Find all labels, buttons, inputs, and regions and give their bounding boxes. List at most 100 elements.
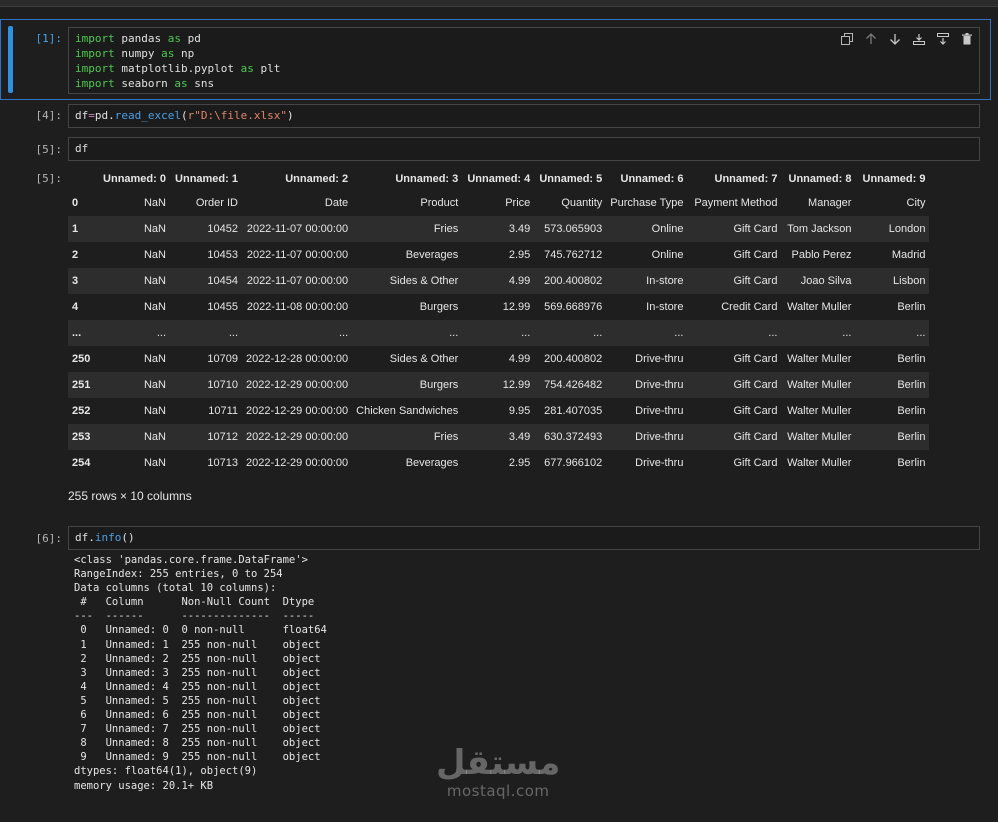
table-row: 254 NaN 10713 2022-12-29 00:00:00 Beverages 2…: [68, 450, 929, 476]
column-header: Unnamed: 3: [395, 173, 459, 185]
table-cell: Berlin: [897, 405, 926, 417]
table-cell: Berlin: [897, 301, 926, 313]
table-cell: Berlin: [897, 431, 926, 443]
table-cell: ...: [593, 327, 603, 339]
cell-prompt: [4]:: [35, 109, 63, 122]
table-cell: 2022-11-08 00:00:00: [246, 301, 349, 313]
table-cell: Walter Muller: [787, 379, 852, 391]
column-header: Unnamed: 2: [285, 173, 349, 185]
table-cell: 2022-11-07 00:00:00: [246, 249, 349, 261]
code-cell-read-excel[interactable]: df=pd.read_excel(r"D:\file.xlsx"): [68, 104, 980, 128]
table-cell: City: [906, 197, 926, 209]
table-cell: 200.400802: [544, 353, 603, 365]
table-cell: ...: [674, 327, 684, 339]
table-cell: 10452: [207, 223, 238, 235]
cell-toolbar: [838, 30, 976, 48]
table-cell: Drive-thru: [635, 431, 684, 443]
table-row: 250 NaN 10709 2022-12-28 00:00:00 Sides & Ot…: [68, 346, 929, 372]
table-cell: Quantity: [561, 197, 603, 209]
table-cell: Gift Card: [733, 353, 778, 365]
table-cell: NaN: [143, 197, 166, 209]
copy-icon[interactable]: [838, 30, 856, 48]
table-cell: Fries: [433, 223, 459, 235]
table-cell: 2.95: [508, 249, 531, 261]
table-cell: ...: [842, 327, 852, 339]
watermark-logo: مستقل mostaql.com: [436, 744, 560, 800]
table-cell: 754.426482: [544, 379, 603, 391]
table-cell: 200.400802: [544, 275, 603, 287]
code-cell-df[interactable]: df: [68, 137, 980, 161]
table-cell: Online: [651, 249, 684, 261]
table-cell: 2022-12-29 00:00:00: [246, 431, 349, 443]
table-cell: Sides & Other: [389, 275, 459, 287]
table-cell: 4.99: [508, 353, 531, 365]
table-cell: Payment Method: [694, 197, 778, 209]
table-cell: ...: [449, 327, 459, 339]
table-cell: 2.95: [508, 457, 531, 469]
table-cell: 573.065903: [544, 223, 603, 235]
table-cell: Gift Card: [733, 275, 778, 287]
table-cell: 3.49: [508, 223, 531, 235]
row-index: 250: [72, 353, 91, 365]
arrow-down-icon[interactable]: [886, 30, 904, 48]
table-cell: Tom Jackson: [787, 223, 852, 235]
table-cell: 2022-12-29 00:00:00: [246, 457, 349, 469]
table-cell: NaN: [143, 249, 166, 261]
table-cell: 281.407035: [544, 405, 603, 417]
table-cell: Price: [505, 197, 531, 209]
table-row: 2 NaN 10453 2022-11-07 00:00:00 Beverages 2.9…: [68, 242, 929, 268]
trash-icon[interactable]: [958, 30, 976, 48]
table-cell: Online: [651, 223, 684, 235]
index-header: [68, 168, 98, 190]
row-index: 251: [72, 379, 91, 391]
row-index: 253: [72, 431, 91, 443]
watermark-arabic: مستقل: [436, 743, 561, 783]
table-cell: Walter Muller: [787, 457, 852, 469]
table-cell: Gift Card: [733, 405, 778, 417]
table-cell: 10713: [207, 457, 238, 469]
table-cell: Order ID: [195, 197, 238, 209]
table-cell: Walter Muller: [787, 353, 852, 365]
arrow-up-icon[interactable]: [862, 30, 880, 48]
insert-above-icon[interactable]: [910, 30, 928, 48]
table-cell: Gift Card: [733, 457, 778, 469]
table-cell: Beverages: [405, 249, 459, 261]
table-cell: Manager: [808, 197, 852, 209]
table-cell: Walter Muller: [787, 301, 852, 313]
table-cell: NaN: [143, 223, 166, 235]
column-header: Unnamed: 8: [788, 173, 852, 185]
table-cell: 630.372493: [544, 431, 603, 443]
dataframe-shape: 255 rows × 10 columns: [68, 489, 192, 503]
table-cell: 2022-12-28 00:00:00: [246, 353, 349, 365]
table-cell: ...: [156, 327, 166, 339]
table-cell: Gift Card: [733, 223, 778, 235]
table-cell: Chicken Sandwiches: [356, 405, 459, 417]
table-cell: Madrid: [891, 249, 926, 261]
table-row: 3 NaN 10454 2022-11-07 00:00:00 Sides & Othe…: [68, 268, 930, 294]
table-cell: 12.99: [502, 379, 531, 391]
code-cell-info[interactable]: df.info(): [68, 526, 980, 550]
insert-below-icon[interactable]: [934, 30, 952, 48]
table-cell: ...: [338, 327, 349, 339]
table-cell: 10710: [207, 379, 238, 391]
table-cell: 2022-11-07 00:00:00: [246, 223, 349, 235]
table-cell: 12.99: [502, 301, 531, 313]
table-cell: NaN: [143, 405, 166, 417]
table-cell: Berlin: [897, 353, 926, 365]
table-cell: NaN: [143, 353, 166, 365]
table-cell: In-store: [646, 301, 684, 313]
row-index: 252: [72, 405, 91, 417]
table-cell: 10455: [207, 301, 238, 313]
table-cell: Sides & Other: [389, 353, 459, 365]
table-cell: Date: [324, 197, 349, 209]
row-index: 1: [72, 223, 79, 235]
table-cell: Pablo Perez: [791, 249, 852, 261]
table-cell: 10709: [207, 353, 238, 365]
top-bar: [0, 0, 998, 7]
table-cell: NaN: [143, 301, 166, 313]
table-cell: 2022-12-29 00:00:00: [246, 379, 349, 391]
table-cell: 2022-12-29 00:00:00: [246, 405, 349, 417]
table-cell: Fries: [433, 431, 459, 443]
table-cell: Gift Card: [733, 249, 778, 261]
table-cell: Burgers: [419, 379, 459, 391]
